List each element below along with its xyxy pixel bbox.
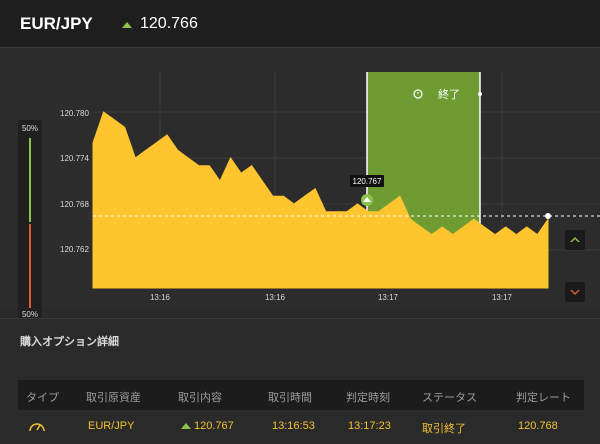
price-chart-panel: 50% 50% × 終了 [0, 48, 600, 344]
up-arrow-icon [122, 22, 132, 28]
up-arrow-icon [181, 423, 191, 429]
row-status: 取引終了 [422, 423, 466, 435]
high-arrow-icon [570, 237, 580, 242]
gauge-icon [29, 423, 45, 432]
col-judge-rate: 判定レート [516, 392, 571, 404]
y-tick: 120.768 [60, 200, 89, 209]
col-trade-time: 取引時間 [268, 392, 312, 404]
expiry-label: 終了 [438, 87, 460, 101]
current-rate-dot [545, 213, 551, 219]
entry-tooltip: 120.767 [353, 177, 382, 186]
price-chart: 終了 120.767 120.780 120.774 120.768 120.7… [60, 72, 600, 302]
y-axis: 120.780 120.774 120.768 120.762 [60, 109, 89, 254]
col-status: ステータス [422, 392, 477, 404]
x-tick: 13:17 [492, 293, 513, 302]
x-axis: 13:16 13:16 13:17 13:17 [150, 293, 513, 302]
details-title: 購入オプション詳細 [20, 336, 119, 348]
x-tick: 13:16 [150, 293, 171, 302]
col-asset: 取引原資産 [86, 392, 141, 404]
row-judge-rate: 120.768 [518, 420, 558, 432]
row-trade: 120.767 [194, 420, 234, 432]
details-section-header: 購入オプション詳細 [0, 318, 600, 358]
y-tick: 120.780 [60, 109, 89, 118]
asset-pair-title: EUR/JPY [20, 14, 93, 33]
high-button[interactable] [565, 230, 585, 250]
expiry-dot [478, 92, 482, 96]
low-arrow-icon [570, 290, 580, 295]
col-trade: 取引内容 [178, 392, 222, 404]
asset-header: EUR/JPY 120.766 [0, 0, 600, 48]
row-judge-time: 13:17:23 [348, 420, 391, 432]
col-type: タイプ [26, 392, 59, 404]
row-trade-time: 13:16:53 [272, 420, 315, 432]
x-tick: 13:16 [265, 293, 286, 302]
x-tick: 13:17 [378, 293, 399, 302]
table-row[interactable]: EUR/JPY 120.767 13:16:53 13:17:23 取引終了 1… [18, 410, 584, 444]
details-table: タイプ 取引原資産 取引内容 取引時間 判定時刻 ステータス 判定レート EUR… [0, 358, 600, 444]
col-judge-time: 判定時刻 [346, 392, 390, 404]
row-asset: EUR/JPY [88, 420, 135, 432]
table-header: タイプ 取引原資産 取引内容 取引時間 判定時刻 ステータス 判定レート [18, 380, 584, 410]
y-tick: 120.774 [60, 154, 89, 163]
current-rate: 120.766 [140, 15, 198, 32]
y-tick: 120.762 [60, 245, 89, 254]
low-button[interactable] [565, 282, 585, 302]
